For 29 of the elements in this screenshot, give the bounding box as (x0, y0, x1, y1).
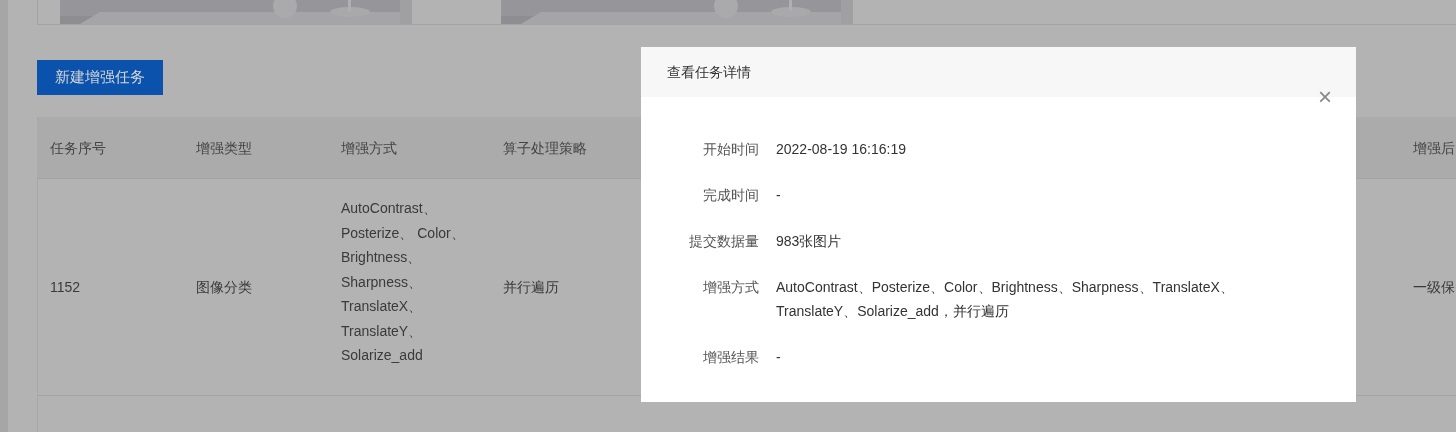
column-header: 增强类型 (196, 139, 252, 158)
table-cell-line: TranslateY、 (341, 321, 424, 341)
dialog-title: 查看任务详情 (667, 62, 751, 82)
table-cell-line: TranslateX、 (341, 297, 424, 316)
table-cell-line: AutoContrast、 (341, 199, 438, 218)
column-header: 增强后 (1413, 139, 1455, 158)
column-header: 任务序号 (50, 139, 106, 158)
close-button[interactable]: × (1318, 85, 1332, 109)
table-cell-text: 一级保 (1413, 278, 1455, 297)
column-header: 增强方式 (341, 139, 397, 158)
field-value: AutoContrast、Posterize、Color、Brightness、Sharpness、TranslateX、TranslateY、Solarize_add，并行遍历 (776, 278, 1235, 321)
field-value: - (776, 348, 782, 367)
field-label: 增强方式 (702, 278, 759, 297)
table-cell-text: 图像分类 (196, 278, 252, 297)
column-header: 算子处理策略 (503, 139, 587, 158)
field-label: 提交数据量 (688, 232, 759, 251)
field-label: 完成时间 (702, 186, 759, 205)
new-task-button[interactable]: 新建增强任务 (37, 60, 163, 95)
field-label: 增强结果 (702, 348, 759, 367)
table-cell-line: Brightness、 (341, 248, 423, 267)
field-label: 开始时间 (702, 140, 759, 159)
field-value: 2022-08-19 16:16:19 (776, 140, 907, 159)
table-cell-line: Posterize、 Color、 (341, 223, 465, 243)
table-cell-line: Solarize_add (341, 346, 424, 365)
table-cell-text: 并行遍历 (503, 278, 559, 297)
table-cell-text: 1152 (50, 278, 81, 297)
table-cell-line: Sharpness、 (341, 272, 423, 292)
field-value: 983张图片 (776, 232, 843, 251)
field-value: - (776, 186, 782, 205)
